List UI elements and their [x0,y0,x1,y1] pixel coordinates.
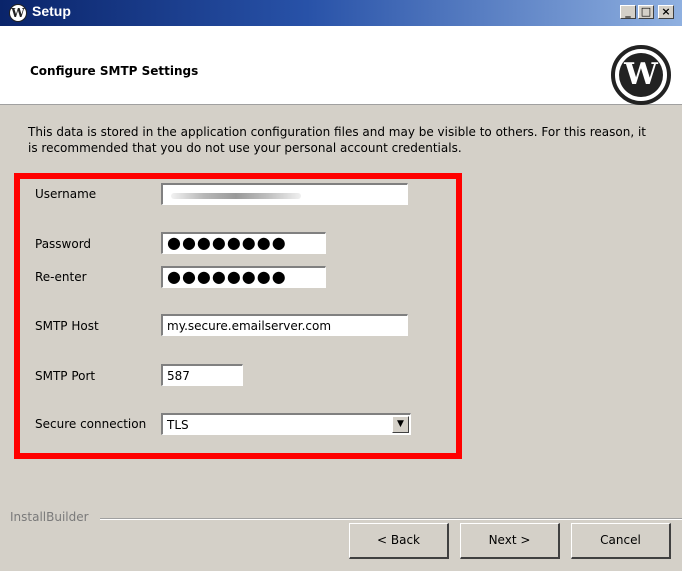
reenter-password-field[interactable]: ●●●●●●●● [161,266,326,288]
minimize-button[interactable]: _ [620,5,636,19]
username-label: Username [35,187,97,201]
password-label: Password [35,237,92,251]
setup-window: W Setup _ □ × Configure SMTP Settings W … [0,0,682,571]
username-field[interactable] [161,183,408,205]
maximize-button[interactable]: □ [638,5,654,19]
title-bar[interactable]: W Setup _ □ × [0,0,682,26]
installbuilder-brand: InstallBuilder [10,510,89,524]
chevron-down-icon[interactable]: ▼ [392,416,409,433]
next-button[interactable]: Next > [460,523,560,559]
window-title: Setup [32,3,71,19]
header-panel: Configure SMTP Settings W [0,26,682,105]
password-field[interactable]: ●●●●●●●● [161,232,326,254]
secure-connection-label: Secure connection [35,417,147,431]
footer-divider [100,518,682,520]
smtp-host-field[interactable]: my.secure.emailserver.com [161,314,408,336]
smtp-port-label: SMTP Port [35,369,96,383]
smtp-host-label: SMTP Host [35,319,99,333]
blurred-username [171,193,301,199]
secure-connection-select[interactable]: TLS ▼ [161,413,411,435]
cancel-button[interactable]: Cancel [571,523,671,559]
back-button[interactable]: < Back [349,523,449,559]
wordpress-logo-icon: W [611,45,671,105]
page-title: Configure SMTP Settings [30,64,199,78]
close-button[interactable]: × [658,5,674,19]
wordpress-icon: W [9,4,27,22]
smtp-port-field[interactable]: 587 [161,364,243,386]
description-text: This data is stored in the application c… [28,125,646,155]
reenter-label: Re-enter [35,270,87,284]
